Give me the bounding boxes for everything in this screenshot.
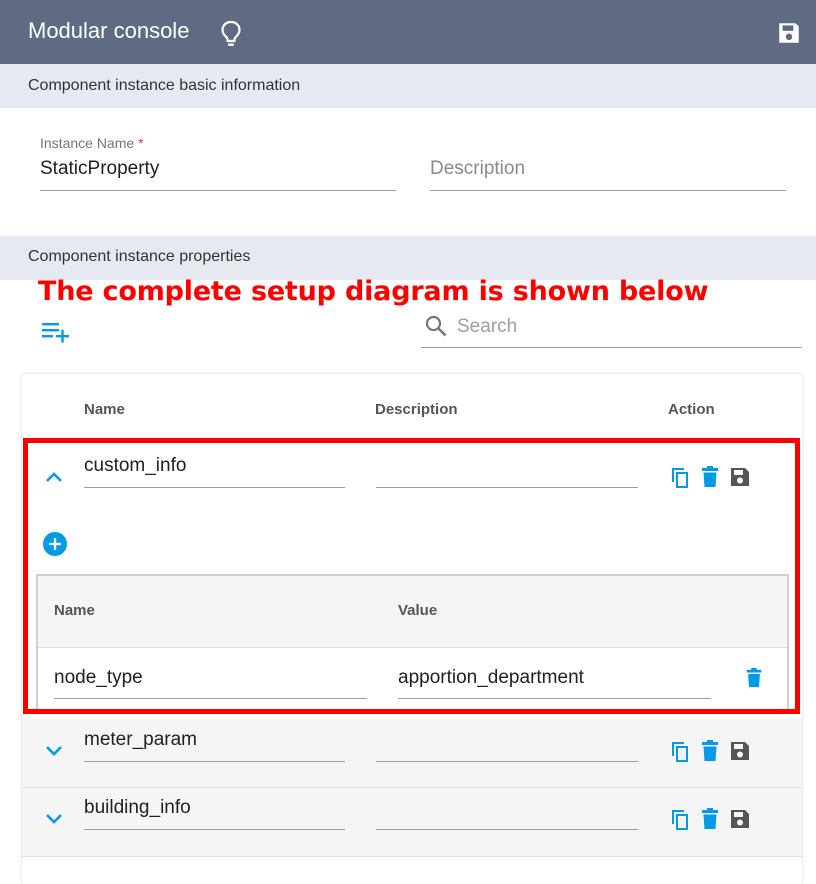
app-header: Modular console	[0, 0, 816, 64]
description-input[interactable]: Description	[430, 158, 525, 180]
nested-property-table: Name Value node_type apportion_departmen…	[36, 574, 789, 714]
save-row-icon[interactable]	[729, 465, 751, 489]
delete-icon[interactable]	[699, 807, 721, 831]
row-name-input[interactable]: meter_param	[84, 729, 197, 751]
basic-info-section-header: Component instance basic information	[0, 64, 816, 108]
search-input[interactable]: Search	[457, 316, 517, 338]
basic-info-section-title: Component instance basic information	[28, 77, 301, 94]
search-underline	[421, 347, 802, 348]
instance-name-underline	[40, 190, 396, 191]
row-description-input[interactable]	[376, 487, 638, 488]
chevron-up-icon[interactable]	[45, 471, 63, 483]
copy-icon[interactable]	[669, 465, 691, 489]
row-name-underline	[84, 761, 345, 762]
nested-column-header-name: Name	[54, 602, 95, 619]
instance-name-input[interactable]: StaticProperty	[40, 158, 159, 180]
delete-icon[interactable]	[699, 465, 721, 489]
app-title: Modular console	[28, 18, 190, 43]
delete-icon[interactable]	[699, 739, 721, 763]
playlist-add-icon[interactable]	[42, 320, 70, 344]
annotation-text: The complete setup diagram is shown belo…	[38, 276, 709, 307]
nested-column-header-value: Value	[398, 602, 438, 619]
search-icon	[425, 315, 447, 337]
column-header-name: Name	[84, 401, 125, 418]
column-header-description: Description	[375, 401, 458, 418]
required-marker: *	[138, 135, 144, 151]
row-description-input[interactable]	[376, 761, 638, 762]
row-name-underline	[84, 829, 345, 830]
save-icon[interactable]	[776, 20, 802, 46]
properties-section-title: Component instance properties	[28, 248, 251, 265]
row-description-input[interactable]	[376, 829, 638, 830]
save-row-icon[interactable]	[729, 807, 751, 831]
properties-section-header: Component instance properties	[0, 236, 816, 280]
row-name-underline	[84, 487, 345, 488]
chevron-down-icon[interactable]	[45, 813, 63, 825]
row-name-input[interactable]: building_info	[84, 797, 191, 819]
nested-row-name-underline	[54, 698, 367, 699]
chevron-down-icon[interactable]	[45, 745, 63, 757]
nested-row-value-input[interactable]: apportion_department	[398, 667, 584, 689]
nested-row-name-input[interactable]: node_type	[54, 667, 143, 689]
row-divider	[22, 856, 802, 857]
nested-row-value-underline	[398, 698, 711, 699]
row-name-input[interactable]: custom_info	[84, 455, 186, 477]
instance-name-label: Instance Name *	[40, 135, 144, 151]
description-underline	[430, 190, 786, 191]
save-row-icon[interactable]	[729, 739, 751, 763]
lightbulb-icon[interactable]	[219, 20, 243, 48]
column-header-action: Action	[668, 401, 715, 418]
copy-icon[interactable]	[669, 807, 691, 831]
add-circle-icon[interactable]	[42, 531, 68, 557]
nested-delete-icon[interactable]	[744, 667, 764, 689]
copy-icon[interactable]	[669, 739, 691, 763]
